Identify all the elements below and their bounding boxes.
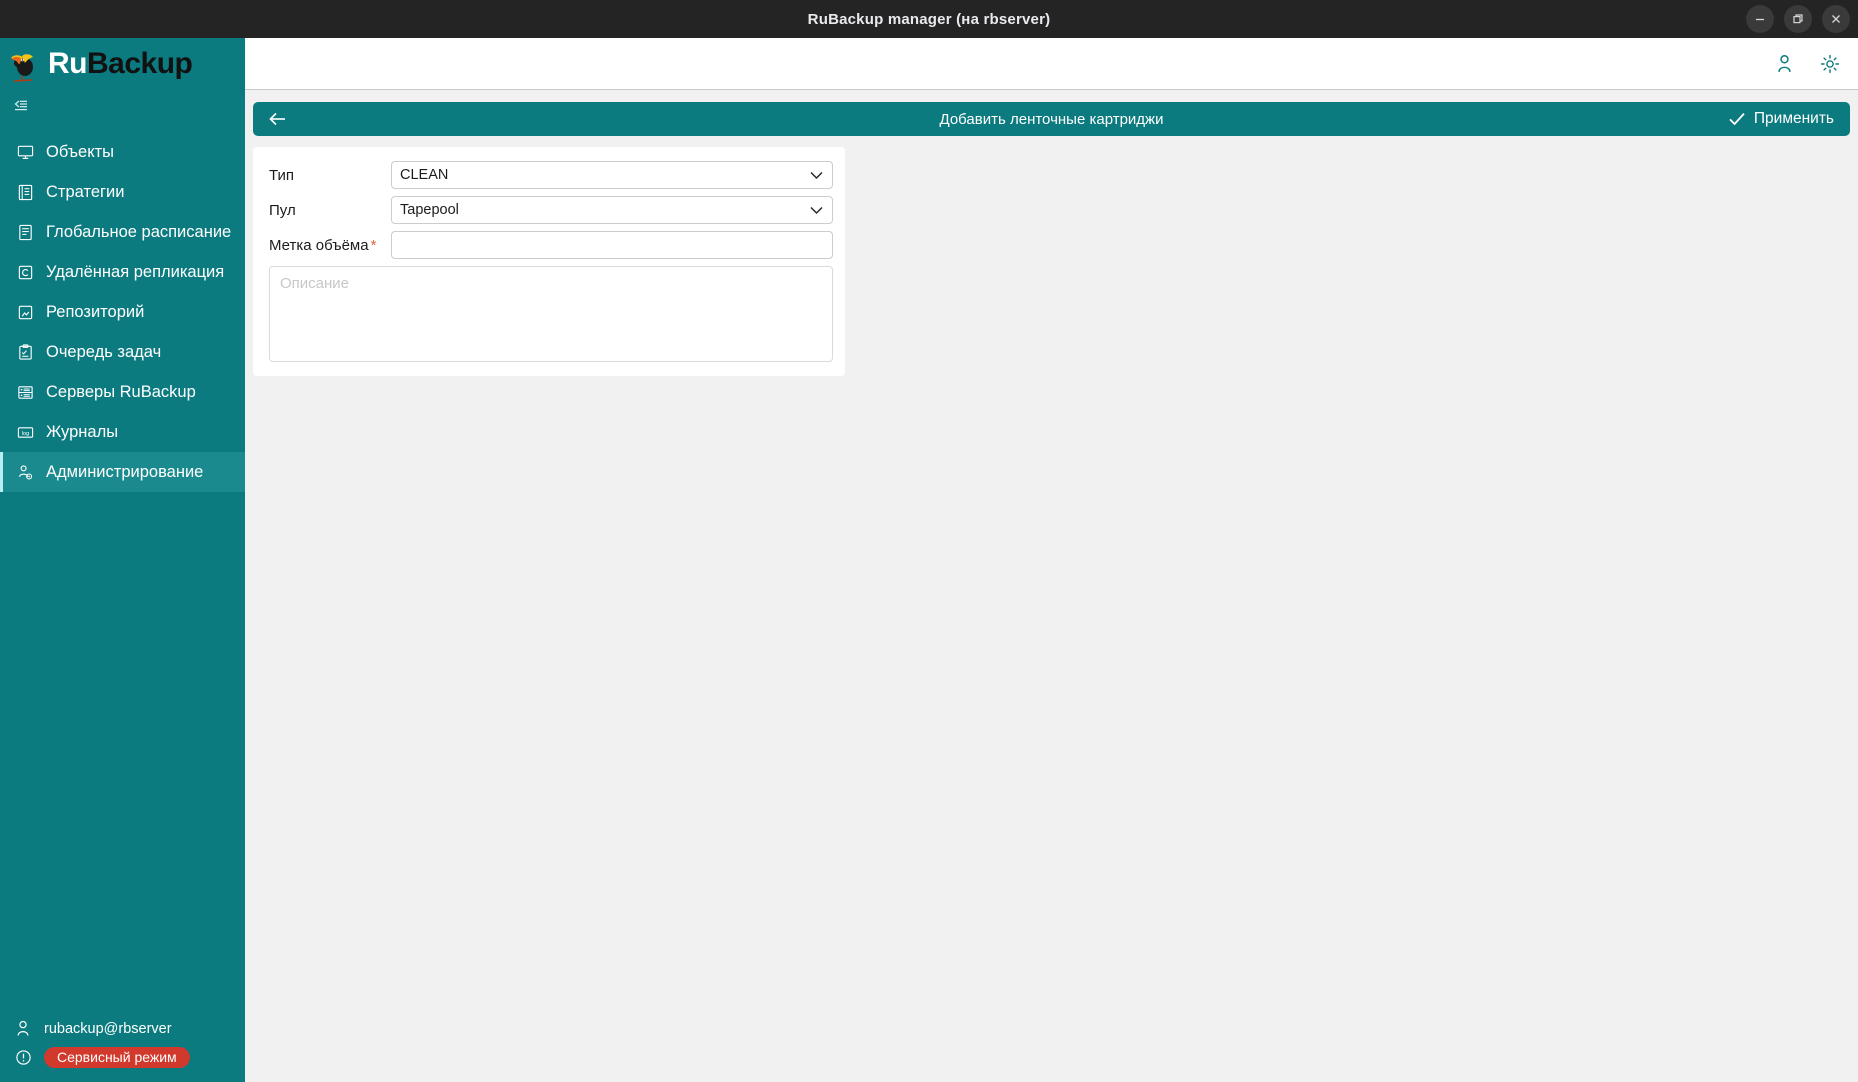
- pool-label: Пул: [269, 201, 296, 219]
- description-textarea[interactable]: Описание: [269, 266, 833, 362]
- alert-circle-icon: [14, 1049, 32, 1066]
- sidebar-item-label: Стратегии: [46, 182, 125, 201]
- form-row-pool: Пул Tapepool: [269, 196, 833, 224]
- administration-user-gear-icon: [15, 462, 35, 482]
- description-placeholder: Описание: [280, 275, 350, 292]
- current-user-label: rubackup@rbserver: [44, 1020, 172, 1037]
- back-button[interactable]: [265, 106, 291, 132]
- toucan-logo-icon: [11, 54, 33, 82]
- sidebar-item-label: Администрирование: [46, 462, 204, 481]
- apply-button[interactable]: Применить: [1728, 110, 1838, 128]
- sidebar-item-task-queue[interactable]: Очередь задач: [0, 332, 245, 372]
- sidebar-item-label: Журналы: [46, 422, 119, 441]
- gear-icon[interactable]: [1820, 54, 1840, 74]
- sidebar-item-administration[interactable]: Администрирование: [0, 452, 245, 492]
- check-icon: [1729, 112, 1745, 126]
- close-icon: [1832, 15, 1840, 23]
- form-row-volume-label: Метка объёма *: [269, 231, 833, 259]
- sidebar-item-label: Объекты: [46, 142, 115, 161]
- type-label: Тип: [269, 166, 295, 184]
- brand-backup: Backup: [87, 47, 193, 80]
- page-header-bar: Добавить ленточные картриджи Применить: [253, 102, 1850, 136]
- repository-icon: [15, 302, 35, 322]
- apply-button-label: Применить: [1753, 110, 1834, 127]
- sidebar-item-remote-replication[interactable]: Удалённая репликация: [0, 252, 245, 292]
- monitor-icon: [15, 142, 35, 162]
- pool-select[interactable]: Tapepool: [391, 196, 833, 224]
- form-row-type: Тип CLEAN: [269, 161, 833, 189]
- chevron-down-icon: [809, 205, 824, 215]
- sidebar-item-logs[interactable]: log Журналы: [0, 412, 245, 452]
- sidebar-item-global-schedule[interactable]: Глобальное расписание: [0, 212, 245, 252]
- collapse-sidebar-row[interactable]: [0, 90, 245, 122]
- window-controls: [1746, 0, 1850, 38]
- add-tape-cartridges-form: Тип CLEAN Пул Tapepool Метка объёма * Оп…: [253, 147, 845, 376]
- type-select[interactable]: CLEAN: [391, 161, 833, 189]
- brand-header: RuBackup: [0, 38, 245, 90]
- sidebar-item-strategies[interactable]: Стратегии: [0, 172, 245, 212]
- window-title: RuBackup manager (на rbserver): [807, 10, 1051, 28]
- user-account-icon[interactable]: [1775, 54, 1794, 74]
- replication-icon: [15, 262, 35, 282]
- sidebar-item-label: Очередь задач: [46, 342, 162, 361]
- content-area: Добавить ленточные картриджи Применить Т…: [245, 90, 1858, 1082]
- pool-select-value: Tapepool: [400, 202, 459, 218]
- sidebar-item-label: Репозиторий: [46, 302, 145, 321]
- service-mode-row: Сервисный режим: [14, 1047, 245, 1068]
- svg-text:log: log: [21, 430, 29, 436]
- required-marker: *: [370, 236, 377, 254]
- task-queue-icon: [15, 342, 35, 362]
- application-root: RuBackup Объекты Стратегии Глобальное ра…: [0, 38, 1858, 1082]
- close-button[interactable]: [1822, 5, 1850, 33]
- brand-logo-text: RuBackup: [48, 47, 193, 80]
- log-icon: log: [15, 422, 35, 442]
- schedule-list-icon: [15, 222, 35, 242]
- sidebar: RuBackup Объекты Стратегии Глобальное ра…: [0, 38, 245, 1082]
- window-titlebar: RuBackup manager (на rbserver): [0, 0, 1858, 38]
- sidebar-nav: Объекты Стратегии Глобальное расписание …: [0, 132, 245, 492]
- status-badge: Сервисный режим: [44, 1047, 190, 1068]
- sidebar-item-label: Удалённая репликация: [46, 262, 225, 281]
- volume-label-label: Метка объёма *: [269, 237, 391, 254]
- volume-label-text: Метка объёма: [269, 236, 369, 254]
- current-user-row: rubackup@rbserver: [14, 1020, 245, 1037]
- main-region: Добавить ленточные картриджи Применить Т…: [245, 38, 1858, 1082]
- maximize-icon: [1793, 14, 1803, 24]
- page-title: Добавить ленточные картриджи: [939, 110, 1164, 128]
- brand-ru: Ru: [48, 47, 88, 80]
- sidebar-footer: rubackup@rbserver Сервисный режим: [0, 1010, 245, 1082]
- sidebar-item-objects[interactable]: Объекты: [0, 132, 245, 172]
- top-toolbar: [245, 38, 1858, 90]
- sidebar-item-repository[interactable]: Репозиторий: [0, 292, 245, 332]
- sidebar-item-label: Глобальное расписание: [46, 222, 232, 241]
- volume-label-input[interactable]: [391, 231, 833, 259]
- arrow-left-icon: [269, 112, 285, 126]
- minimize-button[interactable]: [1746, 5, 1774, 33]
- maximize-button[interactable]: [1784, 5, 1812, 33]
- collapse-sidebar-icon: [14, 100, 27, 111]
- type-select-value: CLEAN: [400, 167, 449, 183]
- user-icon: [14, 1020, 32, 1037]
- sidebar-item-rubackup-servers[interactable]: Серверы RuBackup: [0, 372, 245, 412]
- sidebar-item-label: Серверы RuBackup: [46, 382, 196, 401]
- strategy-book-icon: [15, 182, 35, 202]
- servers-icon: [15, 382, 35, 402]
- minimize-icon: [1756, 18, 1764, 21]
- chevron-down-icon: [809, 170, 824, 180]
